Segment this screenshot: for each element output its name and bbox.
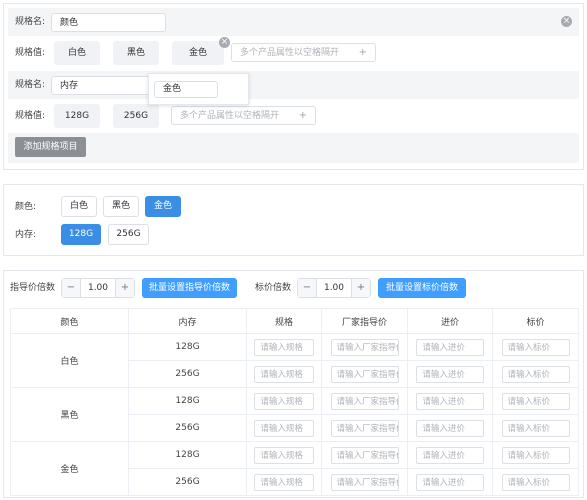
spec-name-label: 规格名: [15,17,46,27]
tag-price-input[interactable]: 请输入标价 [501,392,570,410]
spec-selector-card [3,184,584,256]
edit-value-input[interactable]: 金色 [154,81,218,98]
spec-input[interactable]: 请输入规格 [254,419,314,437]
guide-multiplier-stepper[interactable]: − 1.00 + [61,278,135,298]
tag-price-input[interactable]: 请输入标价 [501,338,570,356]
spec-input[interactable]: 请输入规格 [254,446,314,464]
option-black[interactable]: 黑色 [103,196,139,217]
remove-spec-group-icon[interactable]: × [561,16,572,27]
spec-name-label: 规格名: [15,80,46,90]
spec-value-tag[interactable]: 金色 [172,41,224,65]
cost-price-input[interactable]: 请输入进价 [416,338,484,356]
table-row: 白色 128G 请输入规格 请输入厂家指导价 请输入进价 请输入标价 [10,333,579,388]
column-header-tag-price: 标价 [492,308,579,334]
spec-value-tag[interactable]: 128G [54,104,100,128]
cost-price-input[interactable]: 请输入进价 [416,392,484,410]
guide-price-input[interactable]: 请输入厂家指导价 [330,365,399,383]
minus-icon[interactable]: − [298,279,317,297]
option-256g[interactable]: 256G [108,224,149,245]
option-white[interactable]: 白色 [61,196,97,217]
column-header-spec: 规格 [246,308,322,334]
option-128g[interactable]: 128G [61,224,101,245]
spec-values-label: 规格值: [15,111,46,121]
spec-input[interactable]: 请输入规格 [254,392,314,410]
memory-cell: 256G [128,468,247,496]
add-spec-value-placeholder: 多个产品属性以空格隔开 [240,48,340,58]
guide-price-input[interactable]: 请输入厂家指导价 [330,473,399,491]
spec-input[interactable]: 请输入规格 [254,473,314,491]
tag-multiplier-stepper[interactable]: − 1.00 + [297,278,371,298]
tag-multiplier-label: 标价倍数 [255,283,292,293]
cost-price-input[interactable]: 请输入进价 [416,473,484,491]
cost-price-input[interactable]: 请输入进价 [416,419,484,437]
minus-icon[interactable]: − [62,279,81,297]
color-cell: 金色 [10,441,129,496]
memory-cell: 128G [128,387,247,415]
spec-input[interactable]: 请输入规格 [254,338,314,356]
memory-cell: 256G [128,414,247,442]
spec-values-label: 规格值: [15,48,46,58]
column-header-color: 颜色 [10,308,129,334]
guide-price-input[interactable]: 请输入厂家指导价 [330,446,399,464]
add-spec-item-row [8,133,579,163]
plus-icon[interactable]: + [299,107,307,125]
color-cell: 白色 [10,333,129,388]
spec-value-tag[interactable]: 256G [113,104,159,128]
remove-value-icon[interactable]: × [219,37,230,48]
cost-price-input[interactable]: 请输入进价 [416,446,484,464]
add-spec-value-input[interactable]: 多个产品属性以空格隔开 + [231,43,376,62]
memory-cell: 128G [128,441,247,469]
spec-value-tag[interactable]: 黑色 [113,41,159,65]
selector-label-memory: 内存: [15,230,37,240]
tag-multiplier-value[interactable]: 1.00 [316,279,352,297]
tag-price-input[interactable]: 请输入标价 [501,446,570,464]
sku-price-table: 颜色 内存 规格 厂家指导价 进价 标价 白色 128G 请输入规格 请输入厂家… [10,308,579,496]
guide-multiplier-value[interactable]: 1.00 [80,279,116,297]
add-spec-value-placeholder: 多个产品属性以空格隔开 [180,111,280,121]
color-cell: 黑色 [10,387,129,442]
add-spec-value-input[interactable]: 多个产品属性以空格隔开 + [171,106,316,125]
table-header-row: 颜色 内存 规格 厂家指导价 进价 标价 [10,308,579,334]
spec-input[interactable]: 请输入规格 [254,365,314,383]
spec-name-input-color[interactable]: 颜色 [51,13,166,32]
table-row: 黑色 128G 请输入规格 请输入厂家指导价 请输入进价 请输入标价 [10,387,579,442]
plus-icon[interactable]: + [359,44,367,62]
column-header-guide-price: 厂家指导价 [321,308,408,334]
memory-cell: 128G [128,333,247,361]
guide-price-input[interactable]: 请输入厂家指导价 [330,338,399,356]
tag-price-input[interactable]: 请输入标价 [501,419,570,437]
cost-price-input[interactable]: 请输入进价 [416,365,484,383]
batch-set-tag-button[interactable]: 批量设置标价倍数 [378,278,466,298]
column-header-memory: 内存 [128,308,247,334]
column-header-cost-price: 进价 [407,308,493,334]
table-row: 金色 128G 请输入规格 请输入厂家指导价 请输入进价 请输入标价 [10,441,579,496]
selector-label-color: 颜色: [15,202,37,212]
guide-price-input[interactable]: 请输入厂家指导价 [330,392,399,410]
tag-price-input[interactable]: 请输入标价 [501,365,570,383]
option-gold[interactable]: 金色 [145,196,181,217]
spec-value-tag[interactable]: 白色 [54,41,100,65]
guide-multiplier-label: 指导价倍数 [10,283,56,293]
tag-price-input[interactable]: 请输入标价 [501,473,570,491]
memory-cell: 256G [128,360,247,388]
batch-set-guide-button[interactable]: 批量设置指导价倍数 [142,278,237,298]
plus-icon[interactable]: + [115,279,134,297]
add-spec-item-button[interactable]: 添加规格项目 [15,137,86,157]
plus-icon[interactable]: + [351,279,370,297]
guide-price-input[interactable]: 请输入厂家指导价 [330,419,399,437]
